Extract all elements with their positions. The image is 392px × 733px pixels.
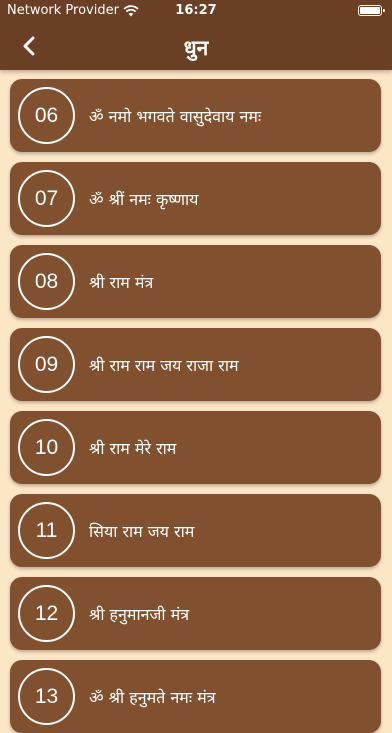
list-item[interactable]: 08 श्री राम मंत्र <box>10 245 381 318</box>
list-item[interactable]: 10 श्री राम मेरे राम <box>10 411 381 484</box>
item-label: श्री राम राम जय राजा राम <box>89 355 239 375</box>
page-title: धुन <box>183 36 209 60</box>
list-item[interactable]: 09 श्री राम राम जय राजा राम <box>10 328 381 401</box>
item-label: श्री राम मंत्र <box>89 272 154 292</box>
item-label: सिया राम जय राम <box>89 521 195 541</box>
item-number-badge: 06 <box>18 87 75 144</box>
item-number-badge: 12 <box>18 585 75 642</box>
list-item[interactable]: 07 ॐ श्रीं नमः कृष्णाय <box>10 162 381 235</box>
item-label: ॐ श्री हनुमते नमः मंत्र <box>89 687 216 707</box>
item-label: ॐ श्रीं नमः कृष्णाय <box>89 189 199 209</box>
item-number-badge: 11 <box>18 502 75 559</box>
item-label: ॐ नमो भगवते वासुदेवाय नमः <box>89 106 262 126</box>
battery-icon <box>358 5 385 16</box>
list-item[interactable]: 12 श्री हनुमानजी मंत्र <box>10 577 381 650</box>
item-number-badge: 10 <box>18 419 75 476</box>
list-item[interactable]: 13 ॐ श्री हनुमते नमः मंत्र <box>10 660 381 733</box>
item-number-badge: 13 <box>18 668 75 725</box>
item-label: श्री हनुमानजी मंत्र <box>89 604 190 624</box>
status-bar: Network Provider 16:27 <box>0 0 392 22</box>
status-time: 16:27 <box>175 3 217 18</box>
item-number-badge: 08 <box>18 253 75 310</box>
list-item[interactable]: 11 सिया राम जय राम <box>10 494 381 567</box>
item-number-badge: 07 <box>18 170 75 227</box>
item-label: श्री राम मेरे राम <box>89 438 177 458</box>
nav-header: Network Provider 16:27 धुन <box>0 0 392 70</box>
item-number-badge: 09 <box>18 336 75 393</box>
list-item[interactable]: 06 ॐ नमो भगवते वासुदेवाय नमः <box>10 79 381 152</box>
